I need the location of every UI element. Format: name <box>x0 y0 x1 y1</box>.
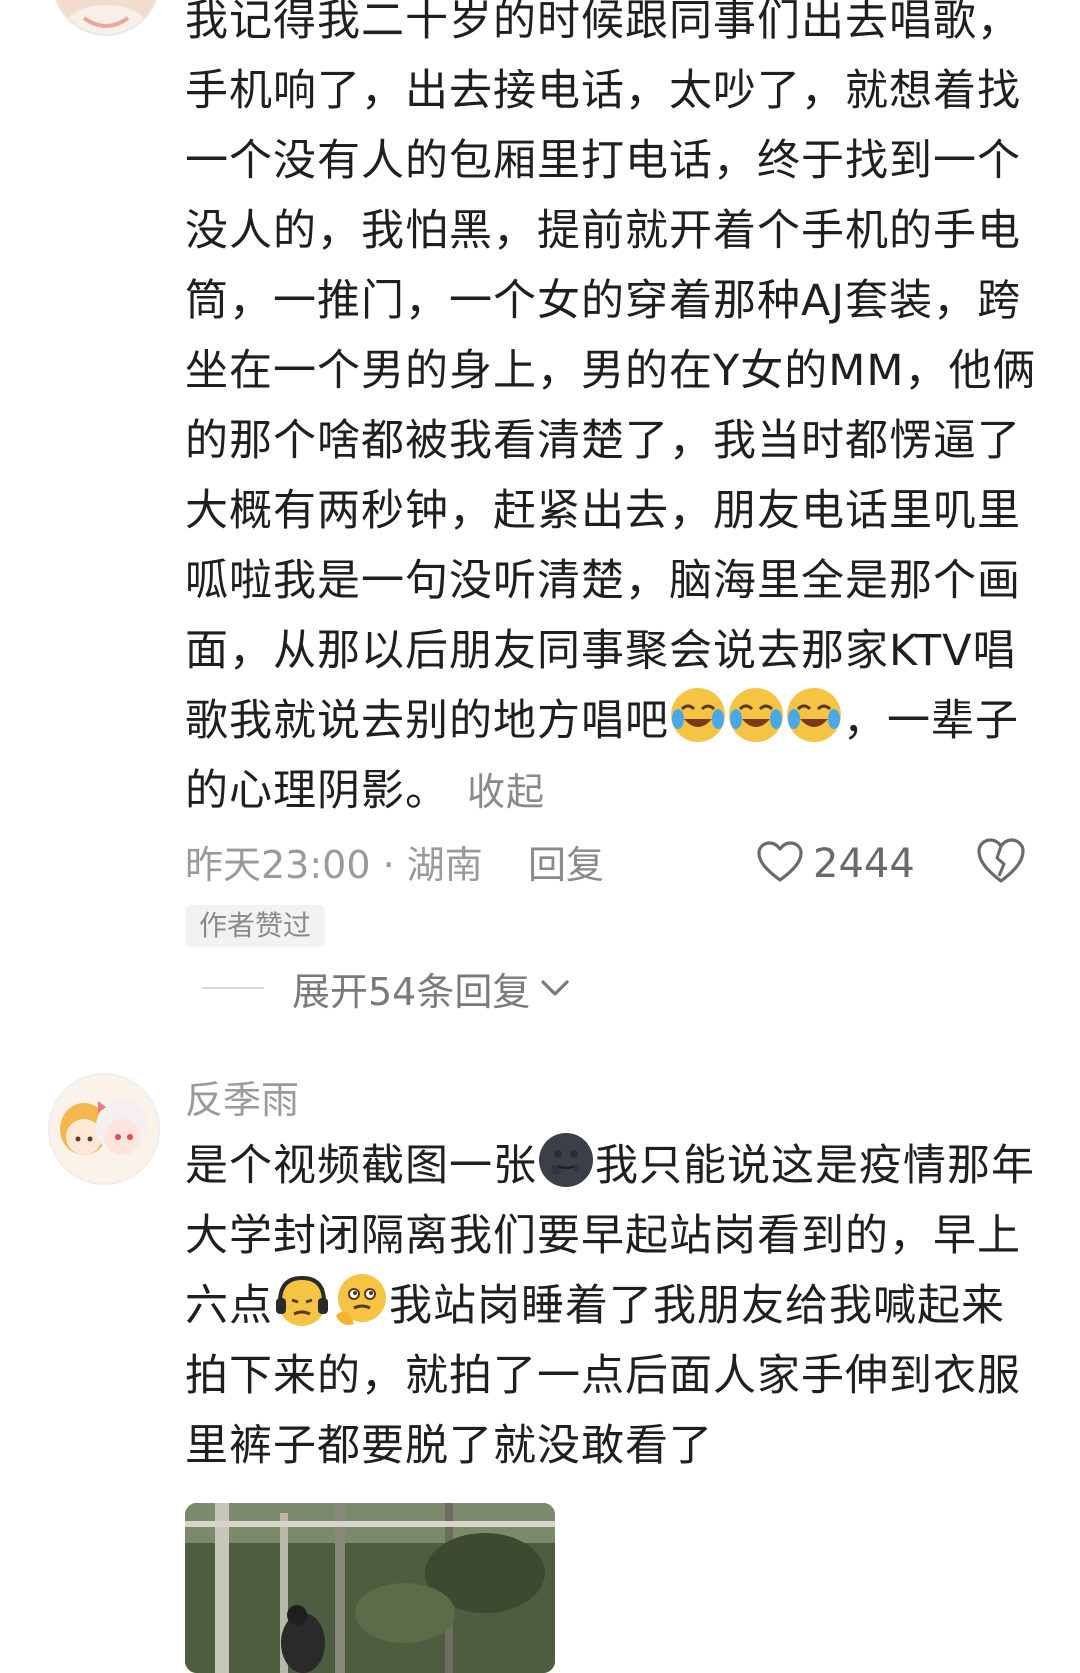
heart-icon <box>757 841 803 887</box>
comment-meta: 昨天23:00 · 湖南 <box>185 838 483 892</box>
comment-text: 是个视频截图一张 我只能说这是疫情那年大学封闭隔离我们要早起站岗看到的，早上六点我… <box>185 1131 1045 1481</box>
crying-laugh-icon <box>786 687 842 743</box>
thinking-face-icon <box>332 1272 388 1328</box>
username[interactable]: 反季雨 <box>185 1073 299 1127</box>
avatar[interactable] <box>48 1073 160 1185</box>
avatar[interactable] <box>52 0 160 36</box>
like-count: 2444 <box>813 841 915 887</box>
comment-location: 湖南 <box>406 843 483 887</box>
author-liked-badge: 作者赞过 <box>185 905 326 947</box>
expand-replies-button[interactable]: 展开54条回复 <box>202 960 570 1016</box>
dark-moon-icon <box>538 1132 594 1188</box>
crying-laugh-icon <box>670 687 726 743</box>
comment-text: 我记得我二十岁的时候跟同事们出去唱歌，手机响了，出去接电话，太吵了，就想着找一个… <box>185 0 1045 827</box>
broken-heart-icon[interactable] <box>976 838 1026 888</box>
like-button[interactable]: 2444 <box>757 836 915 892</box>
crying-laugh-icon <box>728 687 784 743</box>
comment-time: 昨天23:00 <box>185 843 371 887</box>
comment-image[interactable] <box>185 1503 555 1673</box>
meta-separator: · <box>382 843 395 887</box>
comment-body: 我记得我二十岁的时候跟同事们出去唱歌，手机响了，出去接电话，太吵了，就想着找一个… <box>185 0 1037 746</box>
chevron-down-icon <box>540 978 570 998</box>
headphones-face-icon <box>274 1272 330 1328</box>
comment-body: 是个视频截图一张 <box>185 1141 537 1191</box>
divider-line <box>202 987 264 989</box>
expand-replies-label: 展开54条回复 <box>292 969 531 1014</box>
reply-button[interactable]: 回复 <box>528 838 604 892</box>
collapse-button[interactable]: 收起 <box>467 770 545 814</box>
